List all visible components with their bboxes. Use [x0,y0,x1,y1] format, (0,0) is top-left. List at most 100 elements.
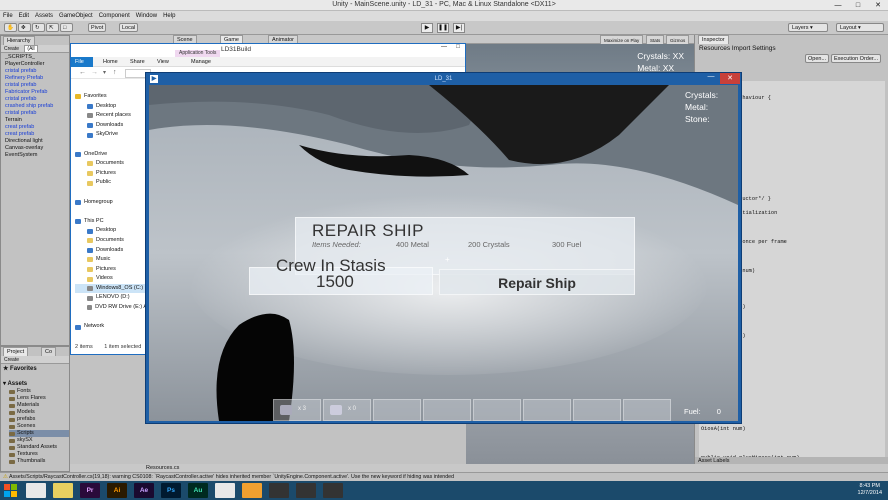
inventory-slot[interactable] [573,399,621,421]
stats-toggle[interactable]: Stats [646,35,665,44]
hierarchy-item[interactable]: crashed ship prefab [5,103,69,110]
inventory-slot[interactable]: x 3 [273,399,321,421]
explorer-nav-item[interactable]: This PC [75,217,147,227]
explorer-nav-item[interactable]: Network [75,322,147,332]
menu-gameobject[interactable]: GameObject [59,13,93,19]
taskbar-app-icon[interactable]: Pr [80,483,100,498]
hierarchy-item[interactable]: Canvas-overlay [5,145,69,152]
project-folder[interactable]: Standard Assets [9,444,69,451]
hierarchy-item[interactable]: creat prefab [5,131,69,138]
gizmos-dropdown[interactable]: Gizmos [666,35,690,44]
rotate-tool-icon[interactable]: ↻ [32,23,45,32]
favorites-header[interactable]: ★ Favorites [3,365,37,372]
project-folder[interactable]: Scripts [9,430,69,437]
hierarchy-item[interactable]: cristal prefab [5,96,69,103]
taskbar-app-icon[interactable]: Au [188,483,208,498]
pivot-button[interactable]: Pivot [88,23,107,32]
game-close-icon[interactable]: ✕ [720,73,740,84]
console-status-bar[interactable]: ⚠ Assets/Scripts/RaycastController.cs(19… [0,472,888,481]
explorer-nav-item[interactable]: OneDrive [75,150,147,160]
recent-dropdown-icon[interactable]: ▾ [103,69,106,76]
hierarchy-item[interactable]: Fabricator Prefab [5,89,69,96]
taskbar-app-icon[interactable] [53,483,73,498]
hierarchy-item[interactable]: PlayerController [5,61,69,68]
windows-start-icon[interactable] [4,484,18,497]
project-folder[interactable]: skySX [9,437,69,444]
hierarchy-item[interactable]: creat prefab [5,124,69,131]
layers-dropdown[interactable]: Layers ▾ [788,23,828,32]
close-icon[interactable]: ✕ [868,0,888,11]
explorer-nav-item[interactable]: LENOVO (D:) [75,293,147,303]
explorer-nav-item[interactable]: Windows8_OS (C:) [75,283,147,294]
project-folder[interactable]: Fonts [9,388,69,395]
hand-tool-icon[interactable]: ✋ [4,23,17,32]
explorer-nav-item[interactable]: Homegroup [75,198,147,208]
explorer-nav-item[interactable]: Videos [75,274,147,284]
hierarchy-item[interactable]: cristal prefab [5,68,69,75]
maximize-icon[interactable]: □ [848,0,868,11]
project-folder[interactable]: Materials [9,402,69,409]
tab-console[interactable]: Co [41,347,57,356]
project-folder[interactable]: Textures [9,451,69,458]
game-viewport[interactable]: Crystals:100 Metal:100 Stone:0 REPAIR SH… [149,85,738,421]
taskbar-app-icon[interactable] [323,483,343,498]
ribbon-home-tab[interactable]: Home [99,57,122,67]
inventory-slot[interactable] [423,399,471,421]
game-minimize-icon[interactable]: — [702,73,720,84]
back-icon[interactable]: ← [79,69,86,76]
explorer-nav-item[interactable]: SkyDrive [75,130,147,140]
taskbar-app-icon[interactable] [215,483,235,498]
project-folder[interactable]: Scenes [9,423,69,430]
explorer-nav-item[interactable]: Favorites [75,92,147,102]
explorer-nav-item[interactable]: DVD RW Drive (E:) A [75,303,147,313]
explorer-nav-item[interactable]: Desktop [75,226,147,236]
project-folder[interactable]: Lens Flares [9,395,69,402]
project-folder[interactable]: Models [9,409,69,416]
hierarchy-item[interactable]: Terrain [5,117,69,124]
maximize-on-play-toggle[interactable]: Maximize on Play [600,35,644,44]
explorer-nav-item[interactable]: Public [75,178,147,188]
pause-icon[interactable]: ❚❚ [437,23,449,33]
menu-edit[interactable]: Edit [19,13,29,19]
move-tool-icon[interactable]: ✥ [18,23,31,32]
taskbar-app-icon[interactable] [269,483,289,498]
forward-icon[interactable]: → [91,69,98,76]
play-icon[interactable]: ▶ [421,23,433,33]
minimize-icon[interactable]: — [828,0,848,11]
explorer-nav-item[interactable]: Downloads [75,246,147,256]
menu-assets[interactable]: Assets [35,13,53,19]
hierarchy-item[interactable]: Directional light [5,138,69,145]
hierarchy-search-input[interactable]: (All [24,45,38,53]
menu-window[interactable]: Window [136,13,157,19]
rect-tool-icon[interactable]: □ [60,23,73,32]
menu-help[interactable]: Help [163,13,175,19]
hierarchy-item[interactable]: cristal prefab [5,110,69,117]
scale-tool-icon[interactable]: ⇱ [46,23,59,32]
inventory-slot[interactable] [523,399,571,421]
hierarchy-create-button[interactable]: Create [4,46,19,52]
assets-header[interactable]: ▾ Assets [3,380,27,387]
menu-component[interactable]: Component [99,13,130,19]
step-icon[interactable]: ▶| [453,23,465,33]
inventory-slot[interactable]: x 0 [323,399,371,421]
taskbar-app-icon[interactable]: Ps [161,483,181,498]
hierarchy-item[interactable]: Refinery Prefab [5,75,69,82]
hierarchy-item[interactable]: cristal prefab [5,82,69,89]
repair-ship-button[interactable]: Repair Ship [439,269,635,295]
execution-order-button[interactable]: Execution Order... [831,54,882,63]
taskbar-app-icon[interactable]: Ae [134,483,154,498]
project-folder[interactable]: prefabs [9,416,69,423]
explorer-nav-item[interactable]: Music [75,255,147,265]
explorer-maximize-icon[interactable]: □ [451,44,465,54]
taskbar-app-icon[interactable] [26,483,46,498]
taskbar-app-icon[interactable] [242,483,262,498]
hierarchy-item[interactable]: _SCRIPTS_ [5,54,69,61]
up-icon[interactable]: ↑ [113,69,117,76]
ribbon-view-tab[interactable]: View [153,57,173,67]
inventory-slot[interactable] [473,399,521,421]
hierarchy-item[interactable]: EventSystem [5,152,69,159]
tab-hierarchy[interactable]: Hierarchy [3,36,35,45]
project-folder[interactable]: Thumbnails [9,458,69,465]
explorer-nav-item[interactable]: Recent places [75,111,147,121]
taskbar-app-icon[interactable]: Ai [107,483,127,498]
